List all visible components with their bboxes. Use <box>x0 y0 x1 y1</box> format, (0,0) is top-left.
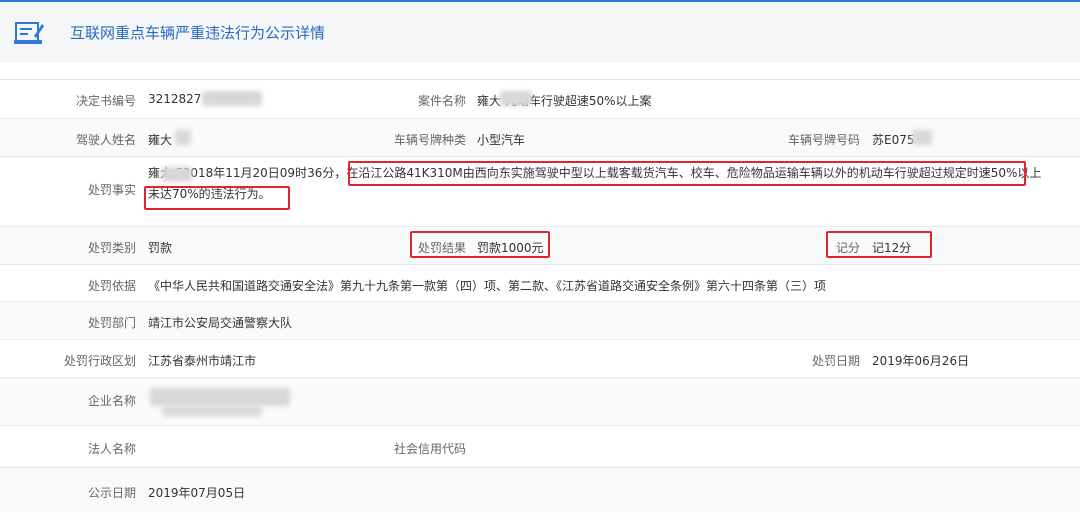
page-title: 互联网重点车辆严重违法行为公示详情 <box>70 24 326 42</box>
highlight-box-points <box>826 231 932 258</box>
row-facts: 处罚事实 雍大 F2018年11月20日09时36分，在沿江公路41K310M由… <box>0 156 1080 226</box>
highlight-box-facts-line2 <box>144 186 290 210</box>
value-region: 江苏省泰州市靖江市 <box>148 354 257 368</box>
value-publish-date: 2019年07月05日 <box>148 486 246 500</box>
label-publish-date: 公示日期 <box>87 486 136 500</box>
row-publish: 公示日期 2019年07月05日 <box>0 467 1080 513</box>
label-credit-code: 社会信用代码 <box>393 442 466 456</box>
redaction-blur <box>150 388 290 406</box>
redaction-blur <box>162 167 192 182</box>
value-department: 靖江市公安局交通警察大队 <box>148 316 293 330</box>
value-decision-no: 3212827 <box>148 92 202 106</box>
label-plate-no: 车辆号牌号码 <box>787 133 860 147</box>
label-facts: 处罚事实 <box>87 183 136 197</box>
value-driver-name: 雍大 <box>148 133 173 147</box>
row-department: 处罚部门 靖江市公安局交通警察大队 <box>0 301 1080 339</box>
label-decision-no: 决定书编号 <box>75 94 136 108</box>
label-penalty-type: 处罚类别 <box>87 241 136 255</box>
row-legal: 法人名称 社会信用代码 <box>0 425 1080 467</box>
row-region: 处罚行政区划 江苏省泰州市靖江市 处罚日期 2019年06月26日 <box>0 339 1080 377</box>
label-basis: 处罚依据 <box>87 279 136 293</box>
highlight-box-facts-line1 <box>348 161 1026 186</box>
row-company: 企业名称 <box>0 377 1080 425</box>
redaction-blur <box>175 130 191 145</box>
value-penalty-type: 罚款 <box>148 241 173 255</box>
label-department: 处罚部门 <box>87 316 136 330</box>
redaction-blur <box>912 130 932 145</box>
label-legal-person: 法人名称 <box>87 442 136 456</box>
label-plate-type: 车辆号牌种类 <box>393 133 466 147</box>
label-driver-name: 驾驶人姓名 <box>75 133 136 147</box>
row-basis: 处罚依据 《中华人民共和国道路交通安全法》第九十九条第一款第（四）项、第二款、《… <box>0 264 1080 301</box>
value-plate-type: 小型汽车 <box>477 133 526 147</box>
notice-board-icon <box>14 22 44 44</box>
label-penalty-date: 处罚日期 <box>811 354 860 368</box>
value-penalty-date: 2019年06月26日 <box>872 354 970 368</box>
value-plate-no: 苏E075 <box>872 133 915 147</box>
row-vehicle: 驾驶人姓名 雍大 车辆号牌种类 小型汽车 车辆号牌号码 苏E075 <box>0 118 1080 156</box>
redaction-blur <box>162 406 262 416</box>
label-case-name: 案件名称 <box>417 94 466 108</box>
redaction-blur <box>500 91 532 106</box>
label-company: 企业名称 <box>87 394 136 408</box>
highlight-box-penalty-result <box>410 231 550 258</box>
page-header: 互联网重点车辆严重违法行为公示详情 <box>0 0 1080 62</box>
redaction-blur <box>202 91 262 106</box>
row-penalty: 处罚类别 罚款 处罚结果 罚款1000元 记分 记12分 <box>0 226 1080 264</box>
label-region: 处罚行政区划 <box>63 354 136 368</box>
value-basis: 《中华人民共和国道路交通安全法》第九十九条第一款第（四）项、第二款、《江苏省道路… <box>148 279 827 293</box>
row-decision: 决定书编号 3212827 案件名称 雍大 几动车行驶超速50%以上案 <box>0 79 1080 118</box>
